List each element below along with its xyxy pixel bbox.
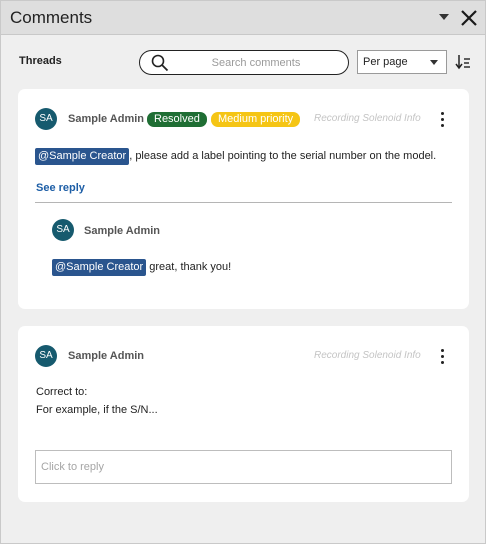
see-reply-link[interactable]: See reply: [36, 182, 85, 194]
avatar: SA: [52, 219, 74, 241]
more-vertical-icon[interactable]: [439, 112, 447, 128]
sort-icon[interactable]: [455, 53, 471, 71]
mention-tag[interactable]: @Sample Creator: [52, 259, 147, 276]
avatar: SA: [35, 345, 57, 367]
mention-tag[interactable]: @Sample Creator: [35, 148, 130, 165]
comment-context: Recording Solenoid Info: [314, 113, 421, 124]
author-name: Sample Admin: [68, 113, 144, 125]
divider: [35, 202, 452, 203]
comment-text-line: For example, if the S/N...: [36, 404, 158, 416]
avatar: SA: [35, 108, 57, 130]
comment-text-line: Correct to:: [36, 386, 88, 398]
reply-input[interactable]: [41, 459, 441, 475]
comment-text: , please add a label pointing to the ser…: [129, 150, 437, 162]
per-page-label: Per page: [363, 56, 408, 68]
chevron-down-icon: [430, 60, 438, 65]
reply-body: @Sample Creator great, thank you!: [52, 259, 231, 276]
comment-context: Recording Solenoid Info: [314, 350, 421, 361]
comment-body: @Sample Creator, please add a label poin…: [35, 148, 436, 165]
resolved-badge: Resolved: [147, 112, 207, 127]
comments-panel: Comments Threads Per page SA Sample Admi…: [0, 0, 486, 544]
priority-badge: Medium priority: [211, 112, 301, 127]
reply-text: great, thank you!: [146, 261, 232, 273]
search-input[interactable]: [176, 54, 336, 72]
search-icon: [151, 54, 169, 72]
title-bar: Comments: [1, 1, 485, 35]
reply-box[interactable]: [35, 450, 452, 484]
collapse-chevron-icon[interactable]: [439, 14, 449, 20]
search-box[interactable]: [139, 50, 349, 75]
more-vertical-icon[interactable]: [439, 349, 447, 365]
author-name: Sample Admin: [84, 225, 160, 237]
comment-thread: SA Sample Admin Recording Solenoid Info …: [18, 326, 469, 502]
per-page-select[interactable]: Per page: [357, 50, 447, 74]
panel-title: Comments: [10, 8, 93, 27]
threads-label: Threads: [19, 55, 62, 67]
author-name: Sample Admin: [68, 350, 144, 362]
close-icon[interactable]: [460, 9, 478, 27]
comment-thread: SA Sample Admin Resolved Medium priority…: [18, 89, 469, 309]
